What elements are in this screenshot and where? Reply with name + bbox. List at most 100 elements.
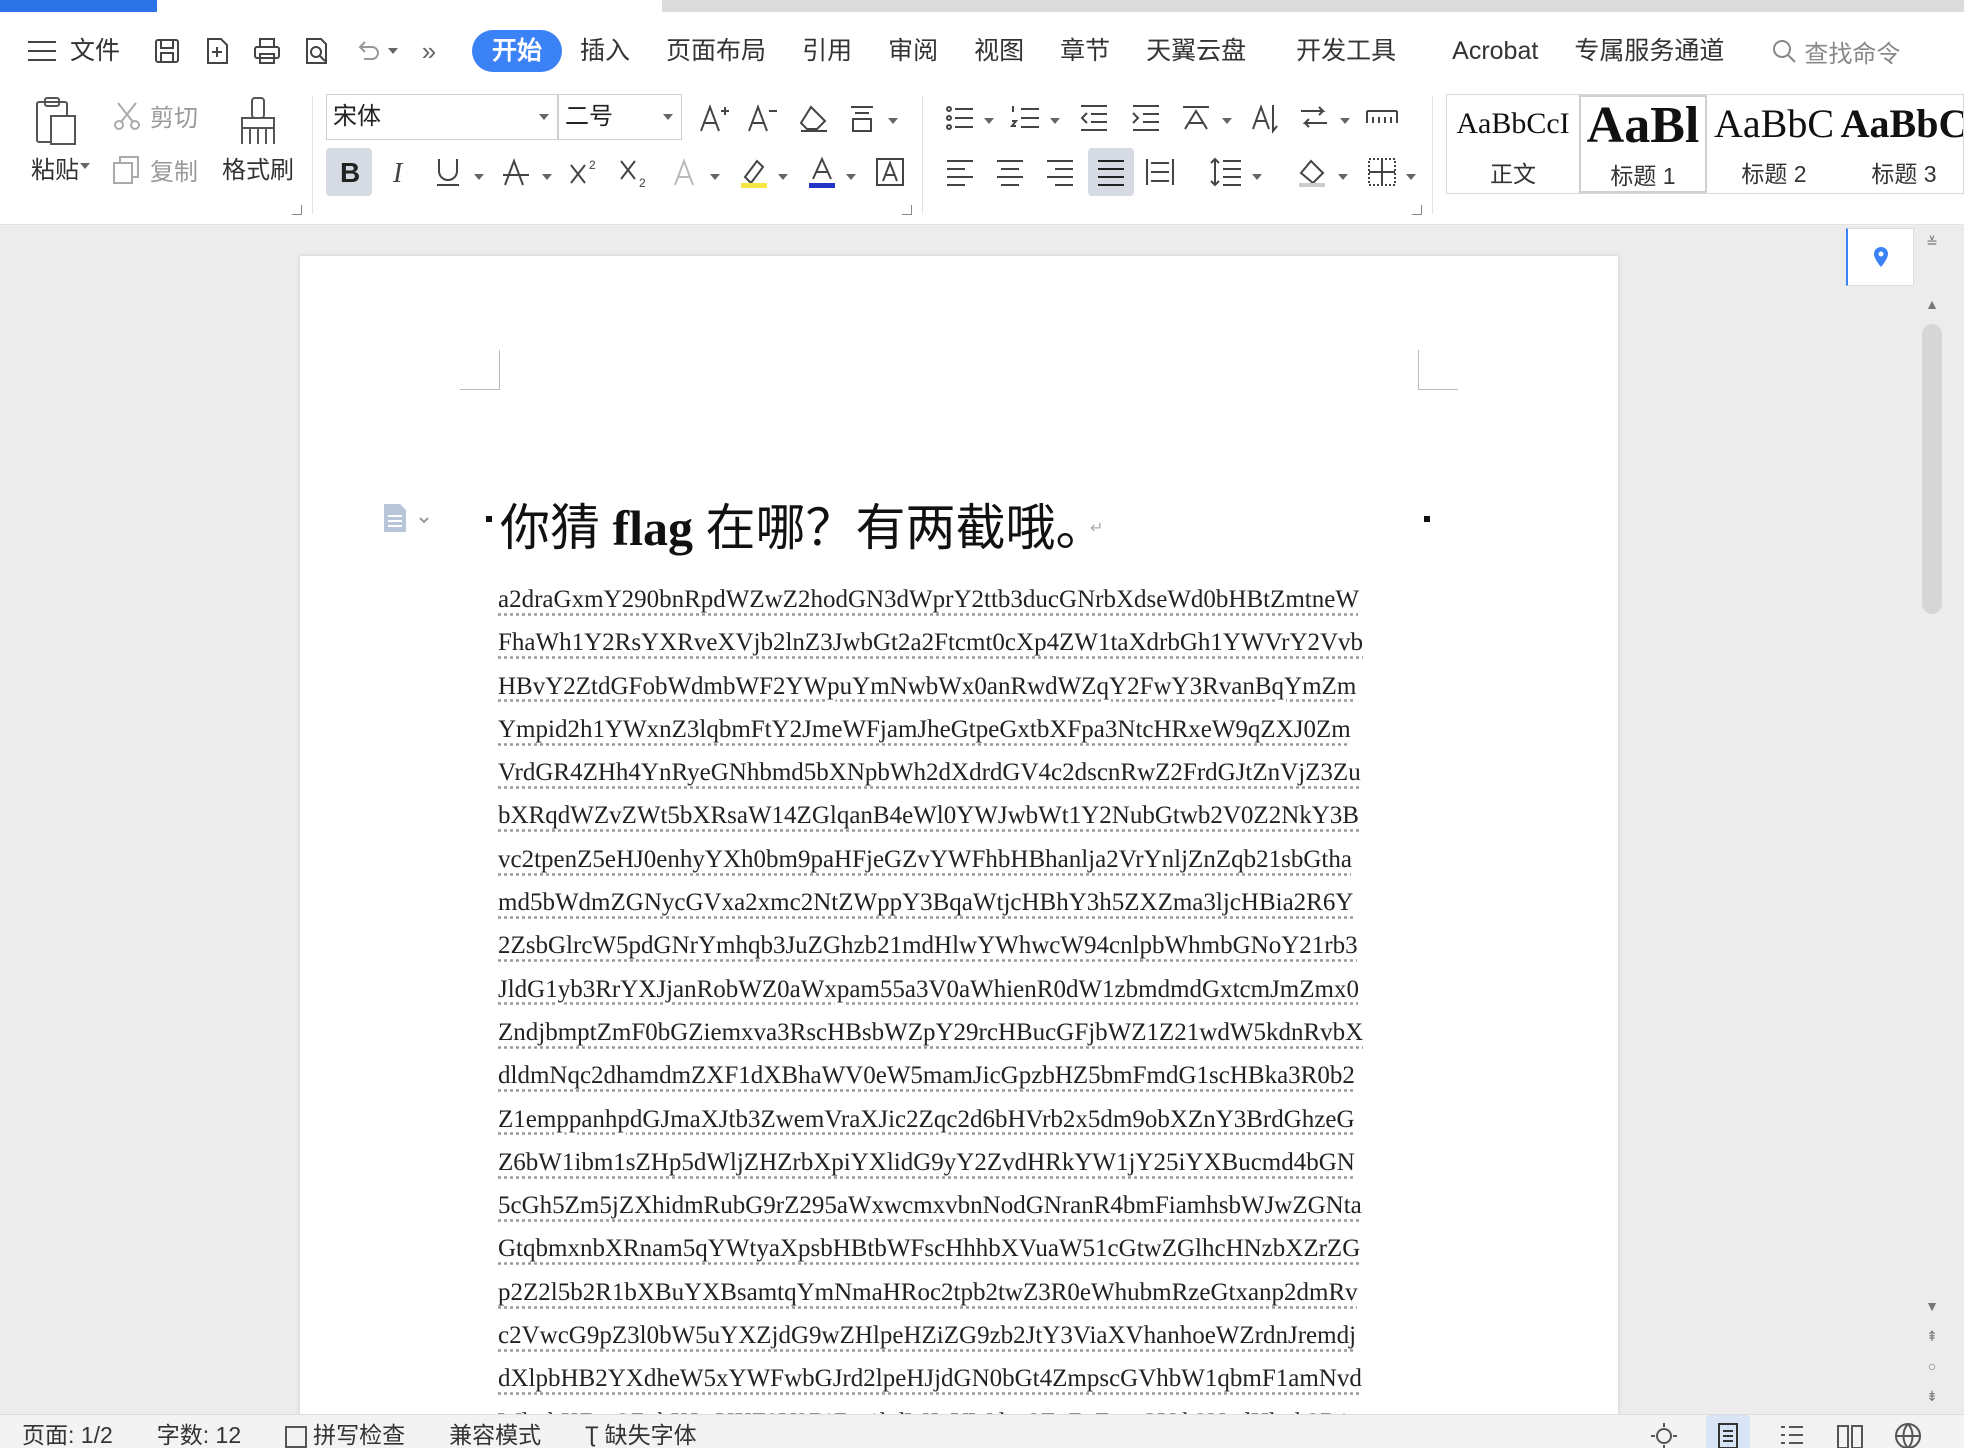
more-chevron-icon[interactable]: »: [407, 29, 451, 73]
style-heading-1[interactable]: AaBl 标题 1: [1579, 95, 1707, 193]
font-name-box[interactable]: 宋体: [326, 94, 558, 140]
reading-view-icon[interactable]: [1834, 1415, 1866, 1448]
numbered-list-icon[interactable]: [1006, 98, 1046, 138]
next-page-icon[interactable]: ⇟: [1924, 1388, 1940, 1404]
text-direction-icon[interactable]: [1176, 98, 1216, 138]
bullet-list-icon[interactable]: [940, 98, 980, 138]
tab-references[interactable]: 引用: [784, 30, 870, 72]
undo-icon[interactable]: [345, 29, 389, 73]
clipboard-launcher[interactable]: [292, 205, 302, 215]
pinyin-icon[interactable]: [842, 98, 882, 138]
tab-page-layout[interactable]: 页面布局: [648, 30, 784, 72]
grow-font-icon[interactable]: [694, 98, 734, 138]
font-color-icon[interactable]: [802, 152, 842, 192]
subscript-icon[interactable]: 2: [614, 152, 654, 192]
justify-icon[interactable]: [1088, 148, 1134, 196]
font-color-dropdown-icon[interactable]: [846, 174, 856, 180]
decrease-indent-icon[interactable]: [1074, 98, 1114, 138]
split-view-icon[interactable]: ≚: [1924, 234, 1940, 250]
print-preview-icon[interactable]: [295, 29, 339, 73]
active-doc-tab-indicator[interactable]: [0, 0, 157, 12]
underline-dropdown-icon[interactable]: [474, 174, 484, 180]
tab-review[interactable]: 审阅: [870, 30, 956, 72]
tab-section[interactable]: 章节: [1042, 30, 1128, 72]
style-heading-3[interactable]: AaBbC 标题 3: [1839, 95, 1963, 193]
format-painter-button[interactable]: 格式刷: [218, 94, 298, 185]
style-normal[interactable]: AaBbCcI 正文: [1447, 95, 1579, 193]
tab-acrobat[interactable]: Acrobat: [1434, 30, 1556, 72]
show-marks-icon[interactable]: [1294, 98, 1334, 138]
style-heading-2[interactable]: AaBbC 标题 2: [1709, 95, 1839, 193]
print-icon[interactable]: [245, 29, 289, 73]
italic-icon[interactable]: I: [380, 152, 420, 192]
tab-icon[interactable]: [1362, 98, 1402, 138]
align-right-icon[interactable]: [1040, 152, 1080, 192]
spell-check-toggle[interactable]: 拼写检查: [263, 1415, 427, 1448]
text-effect-dropdown-icon[interactable]: [710, 174, 720, 180]
borders-dropdown-icon[interactable]: [1406, 174, 1416, 180]
font-launcher[interactable]: [902, 205, 912, 215]
paragraph-launcher[interactable]: [1412, 205, 1422, 215]
line-spacing-icon[interactable]: [1206, 152, 1246, 192]
strike-dropdown-icon[interactable]: [542, 174, 552, 180]
highlight-icon[interactable]: [734, 152, 774, 192]
web-view-icon[interactable]: [1892, 1415, 1924, 1448]
paragraph-layout-icon[interactable]: [382, 502, 432, 541]
highlight-dropdown-icon[interactable]: [778, 174, 788, 180]
file-menu[interactable]: 文件: [0, 30, 142, 72]
navigation-pane-button[interactable]: [1846, 228, 1914, 286]
scroll-down-icon[interactable]: ▼: [1924, 1298, 1940, 1314]
vertical-scrollbar[interactable]: ▲ ▼ ⇞ ○ ⇟: [1920, 296, 1944, 1404]
document-body[interactable]: a2draGxmY290bnRpdWZwZ2hodGN3dWprY2ttb3du…: [498, 578, 1458, 1414]
font-size-dropdown-icon[interactable]: [663, 114, 673, 120]
missing-font-button[interactable]: Ʈ 缺失字体: [563, 1415, 718, 1448]
shading-icon[interactable]: [1292, 152, 1332, 192]
tab-cloud-disk[interactable]: 天翼云盘: [1128, 30, 1264, 72]
bullet-dropdown-icon[interactable]: [984, 118, 994, 124]
paste-button[interactable]: 粘贴: [20, 94, 90, 185]
cut-button[interactable]: 剪切: [110, 98, 198, 133]
underline-icon[interactable]: [428, 152, 468, 192]
tab-developer[interactable]: 开发工具: [1278, 30, 1414, 72]
outline-view-icon[interactable]: [1776, 1415, 1808, 1448]
sort-icon[interactable]: [1244, 98, 1284, 138]
tab-view[interactable]: 视图: [956, 30, 1042, 72]
page-indicator[interactable]: 页面: 1/2: [0, 1415, 135, 1448]
prev-page-icon[interactable]: ⇞: [1924, 1328, 1940, 1344]
pinyin-dropdown-icon[interactable]: [888, 118, 898, 124]
bold-icon[interactable]: B: [326, 148, 372, 196]
strikethrough-icon[interactable]: [496, 152, 536, 192]
font-name-dropdown-icon[interactable]: [539, 114, 549, 120]
align-center-icon[interactable]: [990, 152, 1030, 192]
word-count[interactable]: 字数: 12: [135, 1415, 263, 1448]
export-pdf-icon[interactable]: [195, 29, 239, 73]
tab-insert[interactable]: 插入: [562, 30, 648, 72]
text-effect-icon[interactable]: [666, 152, 706, 192]
clear-format-icon[interactable]: [794, 98, 834, 138]
char-border-icon[interactable]: [870, 152, 910, 192]
tab-service-channel[interactable]: 专属服务通道: [1556, 30, 1742, 72]
page-view-icon[interactable]: [1706, 1415, 1750, 1448]
scroll-thumb[interactable]: [1922, 324, 1942, 614]
save-icon[interactable]: [145, 29, 189, 73]
show-marks-dropdown-icon[interactable]: [1340, 118, 1350, 124]
line-spacing-dropdown-icon[interactable]: [1252, 174, 1262, 180]
paste-dropdown-icon[interactable]: [80, 163, 90, 169]
eye-protection-icon[interactable]: [1648, 1415, 1680, 1448]
font-size-box[interactable]: 二号: [558, 94, 682, 140]
document-page[interactable]: 你猜 flag 在哪？有两截哦。 ↵ a2draGxmY290bnRpdWZwZ…: [300, 256, 1618, 1414]
numbered-dropdown-icon[interactable]: [1050, 118, 1060, 124]
increase-indent-icon[interactable]: [1126, 98, 1166, 138]
superscript-icon[interactable]: 2: [564, 152, 604, 192]
shrink-font-icon[interactable]: [742, 98, 782, 138]
document-heading[interactable]: 你猜 flag 在哪？有两截哦。: [500, 488, 1106, 560]
command-search[interactable]: 查找命令: [1770, 34, 1900, 69]
scroll-up-icon[interactable]: ▲: [1924, 296, 1940, 312]
distribute-icon[interactable]: [1140, 152, 1180, 192]
tab-home[interactable]: 开始: [472, 30, 563, 72]
select-browse-object-icon[interactable]: ○: [1924, 1358, 1940, 1374]
align-left-icon[interactable]: [940, 152, 980, 192]
borders-icon[interactable]: [1362, 152, 1402, 192]
undo-dropdown-icon[interactable]: [388, 48, 399, 54]
shading-dropdown-icon[interactable]: [1338, 174, 1348, 180]
